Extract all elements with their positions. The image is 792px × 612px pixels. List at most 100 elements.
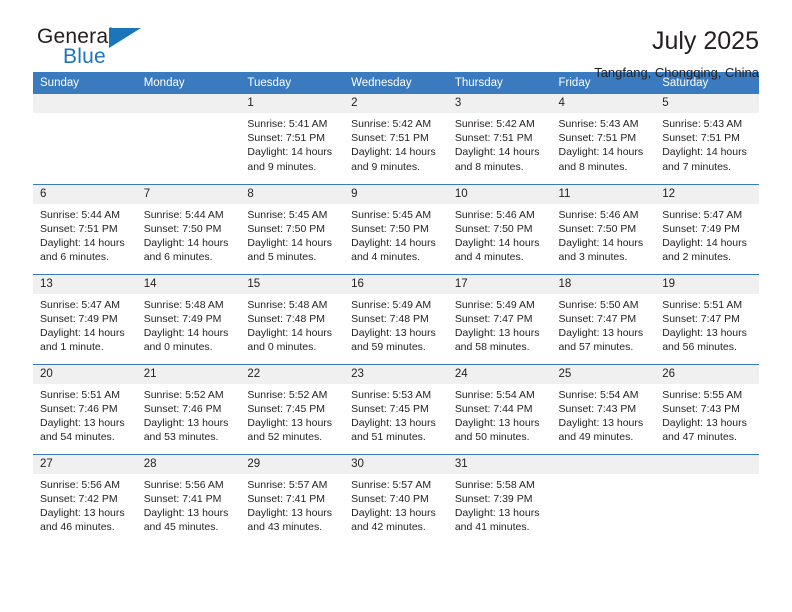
- day-number: 31: [447, 454, 552, 474]
- calendar-day-cell[interactable]: 3 Sunrise: 5:42 AM Sunset: 7:51 PM Daylight…: [447, 94, 552, 184]
- sunset-text: Sunset: 7:41 PM: [247, 492, 326, 505]
- calendar-day-cell[interactable]: 15 Sunrise: 5:48 AM Sunset: 7:48 PM Dayligh…: [240, 273, 345, 364]
- calendar-day-cell[interactable]: 31 Sunrise: 5:58 AM Sunset: 7:39 PM Dayligh…: [447, 453, 552, 544]
- calendar-day-cell[interactable]: 2 Sunrise: 5:42 AM Sunset: 7:51 PM Daylight…: [344, 94, 448, 184]
- calendar-day-cell[interactable]: 5 Sunrise: 5:43 AM Sunset: 7:51 PM Daylight…: [655, 94, 759, 184]
- calendar-day-cell[interactable]: 1 Sunrise: 5:41 AM Sunset: 7:51 PM Daylight…: [240, 94, 345, 184]
- calendar-day-cell[interactable]: 28 Sunrise: 5:56 AM Sunset: 7:41 PM Dayligh…: [136, 453, 241, 544]
- day-details: Sunrise: 5:48 AM Sunset: 7:49 PM Daylight:…: [137, 294, 241, 355]
- calendar-day-cell[interactable]: 19 Sunrise: 5:51 AM Sunset: 7:47 PM Dayligh…: [655, 273, 759, 364]
- day-number: 22: [240, 364, 345, 384]
- day-details: Sunrise: 5:49 AM Sunset: 7:48 PM Daylight:…: [344, 294, 448, 355]
- daylight-text: Daylight: 13 hours and 51 minutes.: [351, 416, 436, 444]
- sunrise-text: Sunrise: 5:44 AM: [143, 208, 224, 221]
- sunrise-text: Sunrise: 5:42 AM: [351, 118, 432, 130]
- day-details: Sunrise: 5:44 AM Sunset: 7:50 PM Daylight:…: [137, 204, 241, 265]
- sunrise-text: Sunrise: 5:56 AM: [143, 478, 224, 491]
- day-details: Sunrise: 5:56 AM Sunset: 7:42 PM Daylight:…: [33, 474, 137, 535]
- day-details: Sunrise: 5:43 AM Sunset: 7:51 PM Daylight:…: [655, 113, 759, 174]
- calendar-day-cell[interactable]: 27 Sunrise: 5:56 AM Sunset: 7:42 PM Dayligh…: [33, 453, 137, 544]
- sunrise-text: Sunrise: 5:52 AM: [143, 388, 224, 401]
- calendar-day-cell[interactable]: 22 Sunrise: 5:52 AM Sunset: 7:45 PM Dayligh…: [240, 363, 345, 454]
- sunset-text: Sunset: 7:51 PM: [558, 132, 637, 145]
- daylight-text: Daylight: 14 hours and 7 minutes.: [662, 146, 747, 173]
- day-number: 1: [240, 94, 345, 113]
- sunset-text: Sunset: 7:50 PM: [143, 222, 222, 235]
- calendar-day-cell[interactable]: 8 Sunrise: 5:45 AM Sunset: 7:50 PM Daylight…: [240, 183, 345, 274]
- sunset-text: Sunset: 7:47 PM: [558, 312, 637, 325]
- page-header: General Blue July 2025 Tangfang, Chongqi…: [33, 0, 759, 81]
- calendar-day-cell[interactable]: 6 Sunrise: 5:44 AM Sunset: 7:51 PM Daylight…: [33, 183, 137, 274]
- calendar-week-row: 20 Sunrise: 5:51 AM Sunset: 7:46 PM Dayligh…: [33, 363, 759, 454]
- sunset-text: Sunset: 7:51 PM: [662, 132, 740, 145]
- calendar-day-cell[interactable]: 4 Sunrise: 5:43 AM Sunset: 7:51 PM Daylight…: [551, 94, 656, 184]
- calendar-week-row: 6 Sunrise: 5:44 AM Sunset: 7:51 PM Daylight…: [33, 183, 759, 274]
- calendar-day-cell[interactable]: 26 Sunrise: 5:55 AM Sunset: 7:43 PM Dayligh…: [655, 363, 759, 454]
- day-details: Sunrise: 5:43 AM Sunset: 7:51 PM Daylight:…: [552, 113, 656, 174]
- sunset-text: Sunset: 7:50 PM: [558, 222, 637, 235]
- sunset-text: Sunset: 7:43 PM: [662, 402, 740, 415]
- calendar-day-cell[interactable]: 11 Sunrise: 5:46 AM Sunset: 7:50 PM Dayligh…: [551, 183, 656, 274]
- daylight-text: Daylight: 13 hours and 50 minutes.: [454, 416, 540, 444]
- day-details: Sunrise: 5:44 AM Sunset: 7:51 PM Daylight:…: [33, 204, 137, 265]
- calendar-day-cell[interactable]: 29 Sunrise: 5:57 AM Sunset: 7:41 PM Dayligh…: [240, 453, 345, 544]
- day-details: Sunrise: 5:49 AM Sunset: 7:47 PM Daylight:…: [448, 294, 552, 355]
- sunrise-text: Sunrise: 5:47 AM: [662, 208, 743, 221]
- sunrise-text: Sunrise: 5:49 AM: [454, 298, 535, 311]
- calendar-day-cell[interactable]: 12 Sunrise: 5:47 AM Sunset: 7:49 PM Dayligh…: [655, 183, 759, 274]
- sunrise-text: Sunrise: 5:57 AM: [351, 478, 432, 491]
- daylight-text: Daylight: 14 hours and 9 minutes.: [351, 146, 436, 173]
- daylight-text: Daylight: 13 hours and 56 minutes.: [662, 326, 747, 354]
- daylight-text: Daylight: 13 hours and 41 minutes.: [454, 506, 540, 534]
- sunset-text: Sunset: 7:47 PM: [662, 312, 740, 325]
- day-number: 8: [240, 184, 345, 204]
- daylight-text: Daylight: 13 hours and 54 minutes.: [40, 416, 125, 444]
- daylight-text: Daylight: 13 hours and 59 minutes.: [351, 326, 436, 354]
- calendar-day-cell[interactable]: 10 Sunrise: 5:46 AM Sunset: 7:50 PM Dayligh…: [447, 183, 552, 274]
- sunrise-text: Sunrise: 5:45 AM: [247, 208, 328, 221]
- calendar-day-cell[interactable]: 21 Sunrise: 5:52 AM Sunset: 7:46 PM Dayligh…: [136, 363, 241, 454]
- sunrise-text: Sunrise: 5:41 AM: [247, 118, 328, 130]
- day-number: 15: [240, 274, 345, 294]
- calendar-day-cell[interactable]: 14 Sunrise: 5:48 AM Sunset: 7:49 PM Dayligh…: [136, 273, 241, 364]
- sunset-text: Sunset: 7:43 PM: [558, 402, 637, 415]
- brand-name-blue: Blue: [63, 45, 106, 68]
- sunrise-text: Sunrise: 5:43 AM: [662, 118, 743, 130]
- day-number: 30: [344, 454, 448, 474]
- calendar-day-cell[interactable]: 16 Sunrise: 5:49 AM Sunset: 7:48 PM Dayligh…: [344, 273, 448, 364]
- sunrise-text: Sunrise: 5:49 AM: [351, 298, 432, 311]
- sunrise-text: Sunrise: 5:50 AM: [558, 298, 639, 311]
- sunset-text: Sunset: 7:49 PM: [662, 222, 740, 235]
- day-number: 21: [136, 364, 241, 384]
- brand-logo[interactable]: General Blue: [33, 26, 177, 72]
- calendar-table: Sunday Monday Tuesday Wednesday Thursday…: [33, 72, 759, 544]
- calendar-day-cell[interactable]: 24 Sunrise: 5:54 AM Sunset: 7:44 PM Dayligh…: [447, 363, 552, 454]
- daylight-text: Daylight: 13 hours and 57 minutes.: [558, 326, 644, 354]
- calendar-day-cell[interactable]: 23 Sunrise: 5:53 AM Sunset: 7:45 PM Dayligh…: [344, 363, 448, 454]
- day-details: Sunrise: 5:46 AM Sunset: 7:50 PM Daylight:…: [552, 204, 656, 265]
- calendar-cell-empty: [551, 453, 656, 544]
- calendar-day-cell[interactable]: 25 Sunrise: 5:54 AM Sunset: 7:43 PM Dayligh…: [551, 363, 656, 454]
- calendar-day-cell[interactable]: 17 Sunrise: 5:49 AM Sunset: 7:47 PM Dayligh…: [447, 273, 552, 364]
- calendar-day-cell[interactable]: 9 Sunrise: 5:45 AM Sunset: 7:50 PM Daylight…: [344, 183, 448, 274]
- daylight-text: Daylight: 14 hours and 3 minutes.: [558, 236, 644, 264]
- calendar-week-row: 27 Sunrise: 5:56 AM Sunset: 7:42 PM Dayligh…: [33, 453, 759, 544]
- daylight-text: Daylight: 14 hours and 4 minutes.: [351, 236, 436, 264]
- daylight-text: Daylight: 13 hours and 58 minutes.: [454, 326, 540, 354]
- daylight-text: Daylight: 13 hours and 52 minutes.: [247, 416, 333, 444]
- daylight-text: Daylight: 14 hours and 5 minutes.: [247, 236, 333, 264]
- sunrise-text: Sunrise: 5:44 AM: [40, 208, 120, 221]
- calendar-day-cell[interactable]: 7 Sunrise: 5:44 AM Sunset: 7:50 PM Daylight…: [136, 183, 241, 274]
- weekday-header-tuesday: Tuesday: [240, 72, 345, 94]
- day-number: 4: [551, 94, 656, 113]
- calendar-cell-empty: [655, 453, 759, 544]
- calendar-body: 1 Sunrise: 5:41 AM Sunset: 7:51 PM Daylight…: [33, 94, 759, 544]
- sunrise-text: Sunrise: 5:57 AM: [247, 478, 328, 491]
- calendar-day-cell[interactable]: 18 Sunrise: 5:50 AM Sunset: 7:47 PM Dayligh…: [551, 273, 656, 364]
- day-details: Sunrise: 5:50 AM Sunset: 7:47 PM Daylight:…: [552, 294, 656, 355]
- day-number: 28: [136, 454, 241, 474]
- sunset-text: Sunset: 7:50 PM: [351, 222, 429, 235]
- calendar-day-cell[interactable]: 20 Sunrise: 5:51 AM Sunset: 7:46 PM Dayligh…: [33, 363, 137, 454]
- calendar-day-cell[interactable]: 30 Sunrise: 5:57 AM Sunset: 7:40 PM Dayligh…: [344, 453, 448, 544]
- calendar-day-cell[interactable]: 13 Sunrise: 5:47 AM Sunset: 7:49 PM Dayligh…: [33, 273, 137, 364]
